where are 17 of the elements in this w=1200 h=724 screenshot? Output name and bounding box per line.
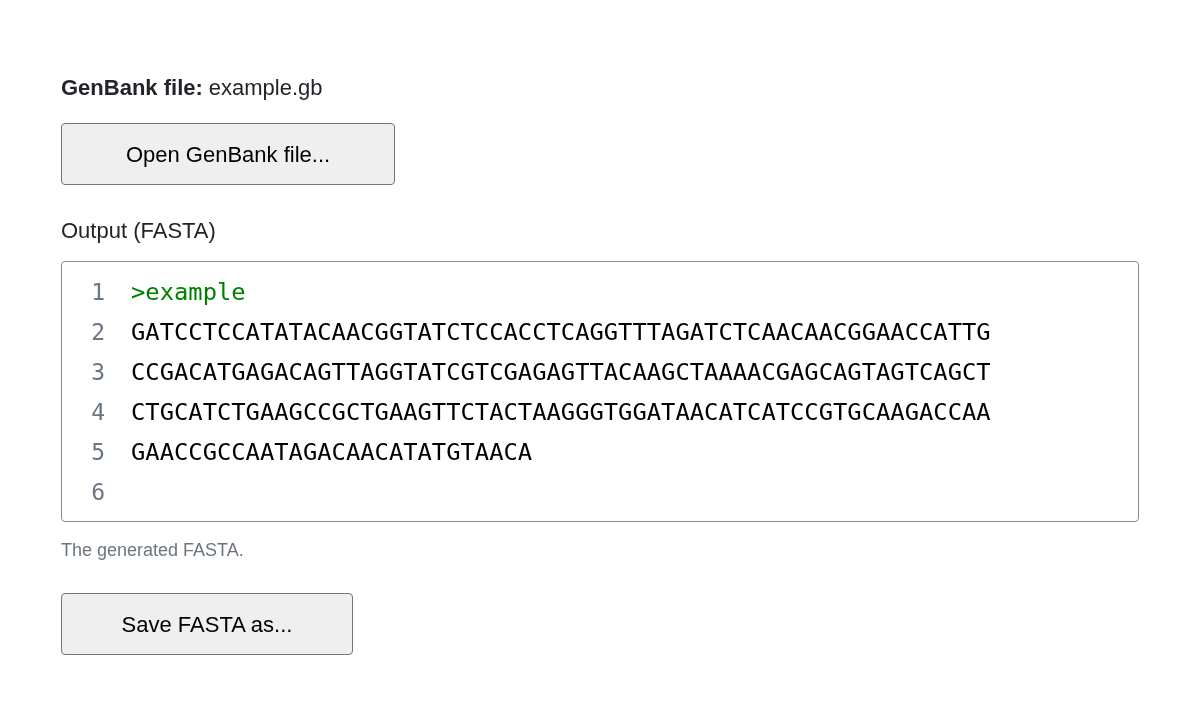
line-number: 1 [91,278,105,307]
line-number: 3 [91,358,105,387]
code-line: GATCCTCCATATACAACGGTATCTCCACCTCAGGTTTAGATCTCAACAACGGAACCATTG [131,317,991,348]
line-number: 2 [91,318,105,347]
file-name: example.gb [208,74,323,102]
open-file-button[interactable]: Open GenBank file... [61,123,395,185]
help-text: The generated FASTA. [61,540,244,560]
code-line: >example [131,277,246,308]
output-label: Output (FASTA) [61,218,216,243]
line-number: 4 [91,398,105,427]
code-line: GAACCGCCAATAGACAACATATGTAACA [131,437,533,468]
file-label: GenBank file: [61,74,203,102]
save-button[interactable]: Save FASTA as... [61,593,353,655]
code-editor[interactable] [61,261,1139,522]
code-line: CTGCATCTGAAGCCGCTGAAGTTCTACTAAGGGTGGATAACATCATCCGTGCAAGACCAA [131,397,991,428]
code-line: CCGACATGAGACAGTTAGGTATCGTCGAGAGTTACAAGCTAAAACGAGCAGTAGTCAGCT [131,357,991,388]
line-number: 5 [91,438,105,467]
